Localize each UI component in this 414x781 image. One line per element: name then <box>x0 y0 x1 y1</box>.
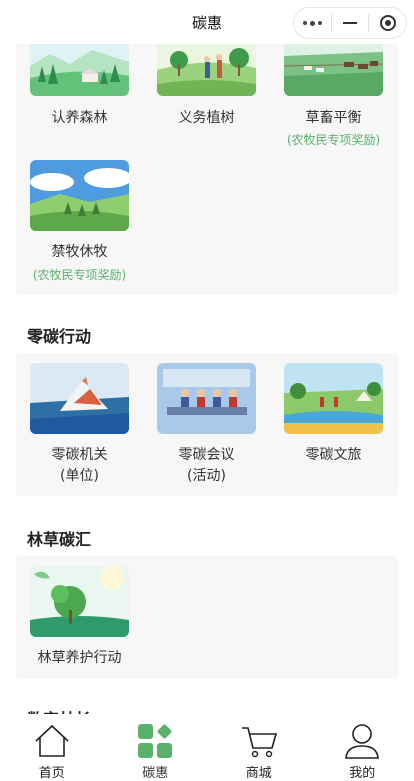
item-label: 禁牧休牧 <box>16 242 143 262</box>
tab-home[interactable]: 首页 <box>0 714 104 780</box>
tab-mall[interactable]: 商城 <box>207 714 311 780</box>
tab-label: 商城 <box>207 762 311 781</box>
user-icon <box>343 722 381 760</box>
zero-carbon-meeting-image <box>157 363 256 434</box>
tab-bar: 首页 碳惠 商城 我的 <box>0 714 414 780</box>
tab-label: 碳惠 <box>104 762 208 781</box>
zero-carbon-tourism-image <box>284 363 383 434</box>
grazing-ban-image <box>30 160 129 231</box>
forest-maintenance-image <box>30 566 129 637</box>
item-label-line2: (单位) <box>16 466 143 486</box>
minimize-button[interactable] <box>332 8 369 38</box>
grid-item-forest-maintenance[interactable]: 林草养护行动 <box>16 566 143 672</box>
grid-item-zero-carbon-tourism[interactable]: 零碳文旅 <box>270 363 397 488</box>
item-label: 草畜平衡 <box>270 108 397 128</box>
item-label: 零碳文旅 <box>270 445 397 465</box>
cart-icon <box>240 722 278 760</box>
tab-carbon-benefit[interactable]: 碳惠 <box>104 714 208 780</box>
close-button[interactable] <box>369 8 406 38</box>
grid-item-grazing-ban[interactable]: 禁牧休牧 (农牧民专项奖励) <box>16 160 143 290</box>
item-label: 零碳会议 <box>143 445 270 465</box>
item-label-line2: (活动) <box>143 466 270 486</box>
tab-mine[interactable]: 我的 <box>311 714 414 780</box>
item-subtitle: (农牧民专项奖励) <box>270 132 397 148</box>
tab-label: 首页 <box>0 762 104 781</box>
zero-carbon-agency-image <box>30 363 129 434</box>
grid-item-zero-carbon-meeting[interactable]: 零碳会议 (活动) <box>143 363 270 488</box>
home-icon <box>33 722 71 760</box>
more-button[interactable] <box>294 8 331 38</box>
item-label: 认养森林 <box>16 108 143 128</box>
minimize-icon <box>343 22 357 24</box>
close-target-icon <box>380 15 396 31</box>
item-label: 林草养护行动 <box>16 648 143 668</box>
section-title-forest-carbon-sink: 林草碳汇 <box>27 526 91 550</box>
item-label: 零碳机关 <box>16 445 143 465</box>
nav-bar: 碳惠 <box>0 0 414 44</box>
section-title-zero-carbon: 零碳行动 <box>27 323 91 347</box>
tab-label: 我的 <box>311 762 414 781</box>
grid-item-zero-carbon-agency[interactable]: 零碳机关 (单位) <box>16 363 143 488</box>
item-label: 义务植树 <box>143 108 270 128</box>
mini-program-capsule <box>293 7 407 39</box>
item-subtitle: (农牧民专项奖励) <box>16 267 143 283</box>
more-icon <box>303 21 322 26</box>
grid-icon <box>136 722 174 760</box>
